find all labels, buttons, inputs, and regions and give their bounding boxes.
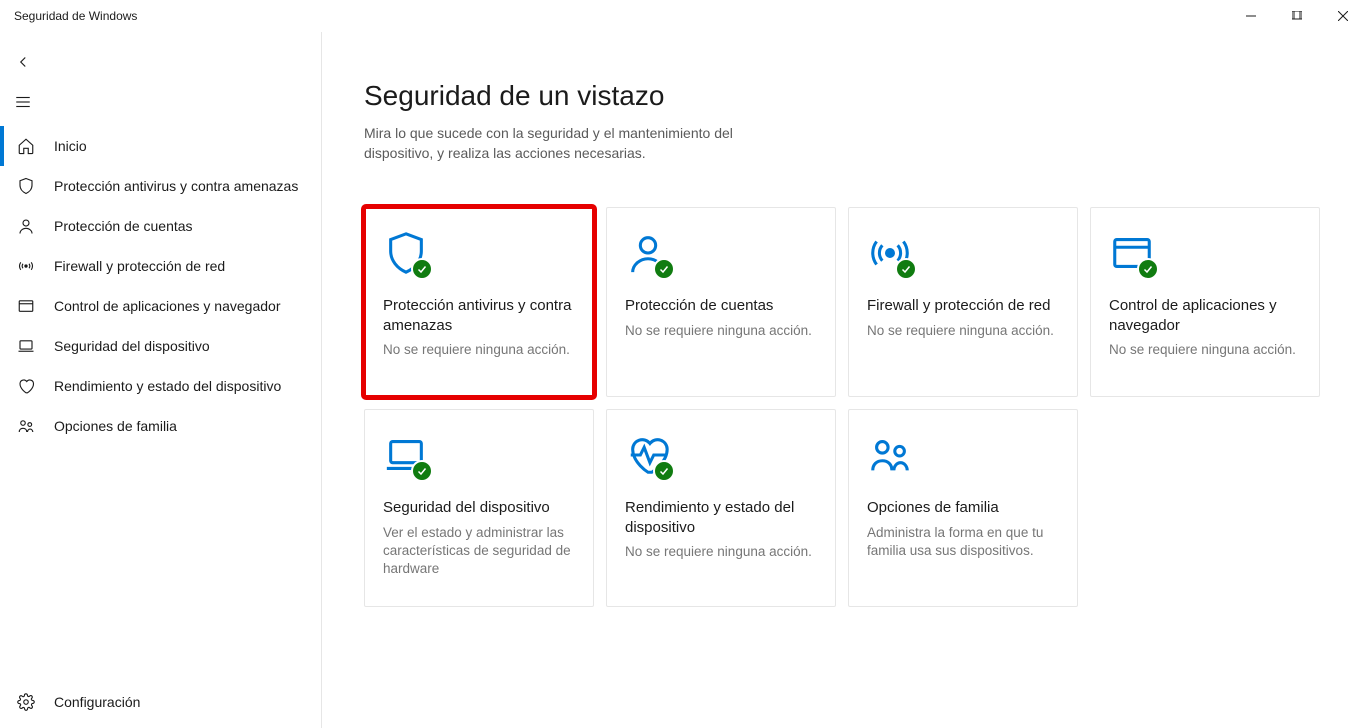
tile-title: Protección antivirus y contra amenazas xyxy=(383,296,575,335)
status-ok-icon xyxy=(411,460,433,482)
sidebar-item-firewall[interactable]: Firewall y protección de red xyxy=(0,246,321,286)
sidebar-item-label: Protección antivirus y contra amenazas xyxy=(54,178,298,194)
tile-subtitle: No se requiere ninguna acción. xyxy=(1109,341,1301,359)
tile-title: Firewall y protección de red xyxy=(867,296,1059,316)
maximize-button[interactable] xyxy=(1274,0,1320,32)
tile-title: Seguridad del dispositivo xyxy=(383,498,575,518)
gear-icon xyxy=(16,693,36,711)
heart-icon xyxy=(16,377,36,395)
family-icon xyxy=(867,432,913,478)
sidebar-item-app-browser[interactable]: Control de aplicaciones y navegador xyxy=(0,286,321,326)
tiles-grid: Protección antivirus y contra amenazas N… xyxy=(364,207,1324,607)
sidebar-item-label: Configuración xyxy=(54,694,140,710)
home-icon xyxy=(16,137,36,155)
minimize-button[interactable] xyxy=(1228,0,1274,32)
sidebar: Inicio Protección antivirus y contra ame… xyxy=(0,32,322,728)
page-title: Seguridad de un vistazo xyxy=(364,80,1324,112)
titlebar: Seguridad de Windows xyxy=(0,0,1366,32)
sidebar-item-family[interactable]: Opciones de familia xyxy=(0,406,321,446)
main-content: Seguridad de un vistazo Mira lo que suce… xyxy=(322,32,1366,728)
sidebar-item-home[interactable]: Inicio xyxy=(0,126,321,166)
family-icon xyxy=(16,417,36,435)
tile-virus[interactable]: Protección antivirus y contra amenazas N… xyxy=(364,207,594,397)
sidebar-item-device-security[interactable]: Seguridad del dispositivo xyxy=(0,326,321,366)
back-button[interactable] xyxy=(0,42,321,82)
close-button[interactable] xyxy=(1320,0,1366,32)
app-window-icon xyxy=(16,297,36,315)
page-subtitle: Mira lo que sucede con la seguridad y el… xyxy=(364,124,784,163)
tile-subtitle: Ver el estado y administrar las caracter… xyxy=(383,524,575,579)
sidebar-item-label: Firewall y protección de red xyxy=(54,258,225,274)
sidebar-item-label: Opciones de familia xyxy=(54,418,177,434)
sidebar-item-label: Protección de cuentas xyxy=(54,218,193,234)
tile-device-security[interactable]: Seguridad del dispositivo Ver el estado … xyxy=(364,409,594,607)
status-ok-icon xyxy=(411,258,433,280)
sidebar-item-virus[interactable]: Protección antivirus y contra amenazas xyxy=(0,166,321,206)
tile-family[interactable]: Opciones de familia Administra la forma … xyxy=(848,409,1078,607)
tile-account[interactable]: Protección de cuentas No se requiere nin… xyxy=(606,207,836,397)
tile-performance[interactable]: Rendimiento y estado del dispositivo No … xyxy=(606,409,836,607)
status-ok-icon xyxy=(653,460,675,482)
status-ok-icon xyxy=(653,258,675,280)
sidebar-item-label: Rendimiento y estado del dispositivo xyxy=(54,378,281,394)
sidebar-item-performance[interactable]: Rendimiento y estado del dispositivo xyxy=(0,366,321,406)
laptop-icon xyxy=(16,337,36,355)
antenna-icon xyxy=(16,257,36,275)
window-title: Seguridad de Windows xyxy=(14,9,137,23)
tile-firewall[interactable]: Firewall y protección de red No se requi… xyxy=(848,207,1078,397)
tile-subtitle: No se requiere ninguna acción. xyxy=(383,341,575,359)
tile-subtitle: No se requiere ninguna acción. xyxy=(625,543,817,561)
tile-title: Protección de cuentas xyxy=(625,296,817,316)
sidebar-item-label: Seguridad del dispositivo xyxy=(54,338,210,354)
tile-app-browser[interactable]: Control de aplicaciones y navegador No s… xyxy=(1090,207,1320,397)
hamburger-button[interactable] xyxy=(0,82,321,122)
tile-subtitle: Administra la forma en que tu familia us… xyxy=(867,524,1059,560)
tile-title: Opciones de familia xyxy=(867,498,1059,518)
sidebar-item-label: Control de aplicaciones y navegador xyxy=(54,298,280,314)
tile-subtitle: No se requiere ninguna acción. xyxy=(867,322,1059,340)
status-ok-icon xyxy=(895,258,917,280)
sidebar-item-settings[interactable]: Configuración xyxy=(0,682,321,722)
sidebar-item-label: Inicio xyxy=(54,138,87,154)
sidebar-item-account[interactable]: Protección de cuentas xyxy=(0,206,321,246)
tile-title: Rendimiento y estado del dispositivo xyxy=(625,498,817,537)
tile-subtitle: No se requiere ninguna acción. xyxy=(625,322,817,340)
status-ok-icon xyxy=(1137,258,1159,280)
shield-icon xyxy=(16,177,36,195)
person-icon xyxy=(16,217,36,235)
tile-title: Control de aplicaciones y navegador xyxy=(1109,296,1301,335)
